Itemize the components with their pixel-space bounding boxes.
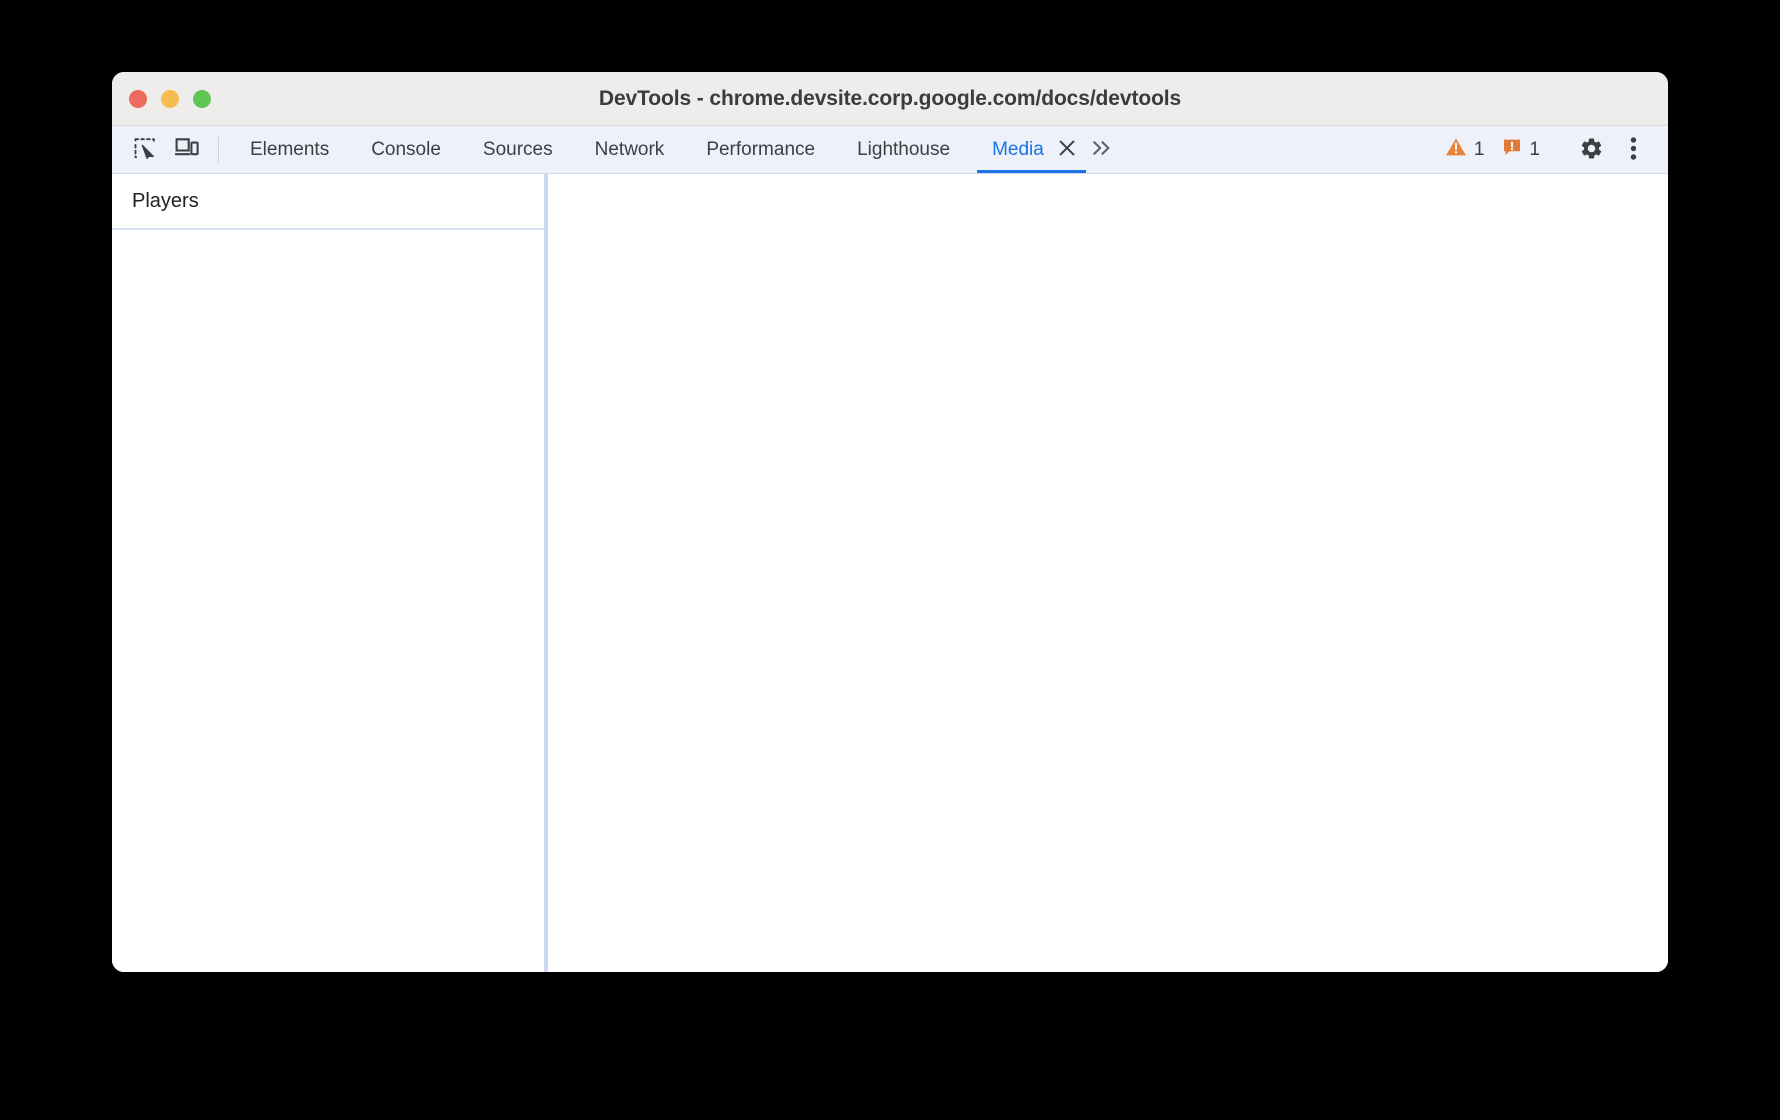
double-chevron-right-icon: [1091, 138, 1113, 161]
warnings-counter[interactable]: 1: [1436, 137, 1494, 163]
warnings-count: 1: [1473, 138, 1485, 160]
tab-network[interactable]: Network: [574, 126, 686, 173]
traffic-light-buttons: [129, 72, 211, 125]
title-bar: DevTools - chrome.devsite.corp.google.co…: [112, 72, 1668, 126]
players-list[interactable]: [112, 230, 544, 972]
tab-sources[interactable]: Sources: [462, 126, 574, 173]
tab-media[interactable]: Media: [971, 126, 1086, 173]
minimize-window-button[interactable]: [161, 89, 179, 108]
players-header: Players: [112, 174, 544, 230]
gear-icon: [1579, 136, 1604, 164]
tab-lighthouse[interactable]: Lighthouse: [836, 126, 971, 173]
warning-triangle-icon: [1445, 137, 1467, 163]
inspect-element-button[interactable]: [124, 126, 166, 173]
device-toggle-icon: [174, 137, 199, 162]
inspect-element-icon: [134, 137, 156, 162]
players-sidebar: Players: [112, 174, 548, 972]
issues-counter[interactable]: 1: [1493, 137, 1549, 163]
media-panel: Players: [112, 174, 1668, 972]
player-detail-pane: [548, 174, 1668, 972]
tab-console[interactable]: Console: [350, 126, 462, 173]
maximize-window-button[interactable]: [193, 89, 211, 108]
more-options-button[interactable]: [1612, 136, 1654, 164]
device-toolbar-toggle-button[interactable]: [166, 126, 208, 173]
settings-button[interactable]: [1570, 136, 1612, 164]
devtools-tab-bar: Elements Console Sources Network Perform…: [112, 126, 1668, 174]
toolbar-divider: [218, 137, 219, 162]
close-window-button[interactable]: [129, 89, 147, 108]
tab-performance[interactable]: Performance: [685, 126, 836, 173]
close-icon: [1057, 138, 1077, 161]
issue-bubble-icon: [1502, 137, 1522, 163]
more-tabs-button[interactable]: [1082, 126, 1122, 173]
issues-count: 1: [1529, 138, 1540, 160]
window-title: DevTools - chrome.devsite.corp.google.co…: [598, 86, 1182, 110]
three-dots-vertical-icon: [1630, 136, 1637, 164]
close-media-tab-button[interactable]: [1052, 126, 1082, 173]
tabbar-status-area: 1 1: [1436, 126, 1668, 173]
devtools-window: DevTools - chrome.devsite.corp.google.co…: [112, 72, 1668, 972]
panel-tabs: Elements Console Sources Network Perform…: [229, 126, 1122, 173]
tab-elements[interactable]: Elements: [229, 126, 350, 173]
